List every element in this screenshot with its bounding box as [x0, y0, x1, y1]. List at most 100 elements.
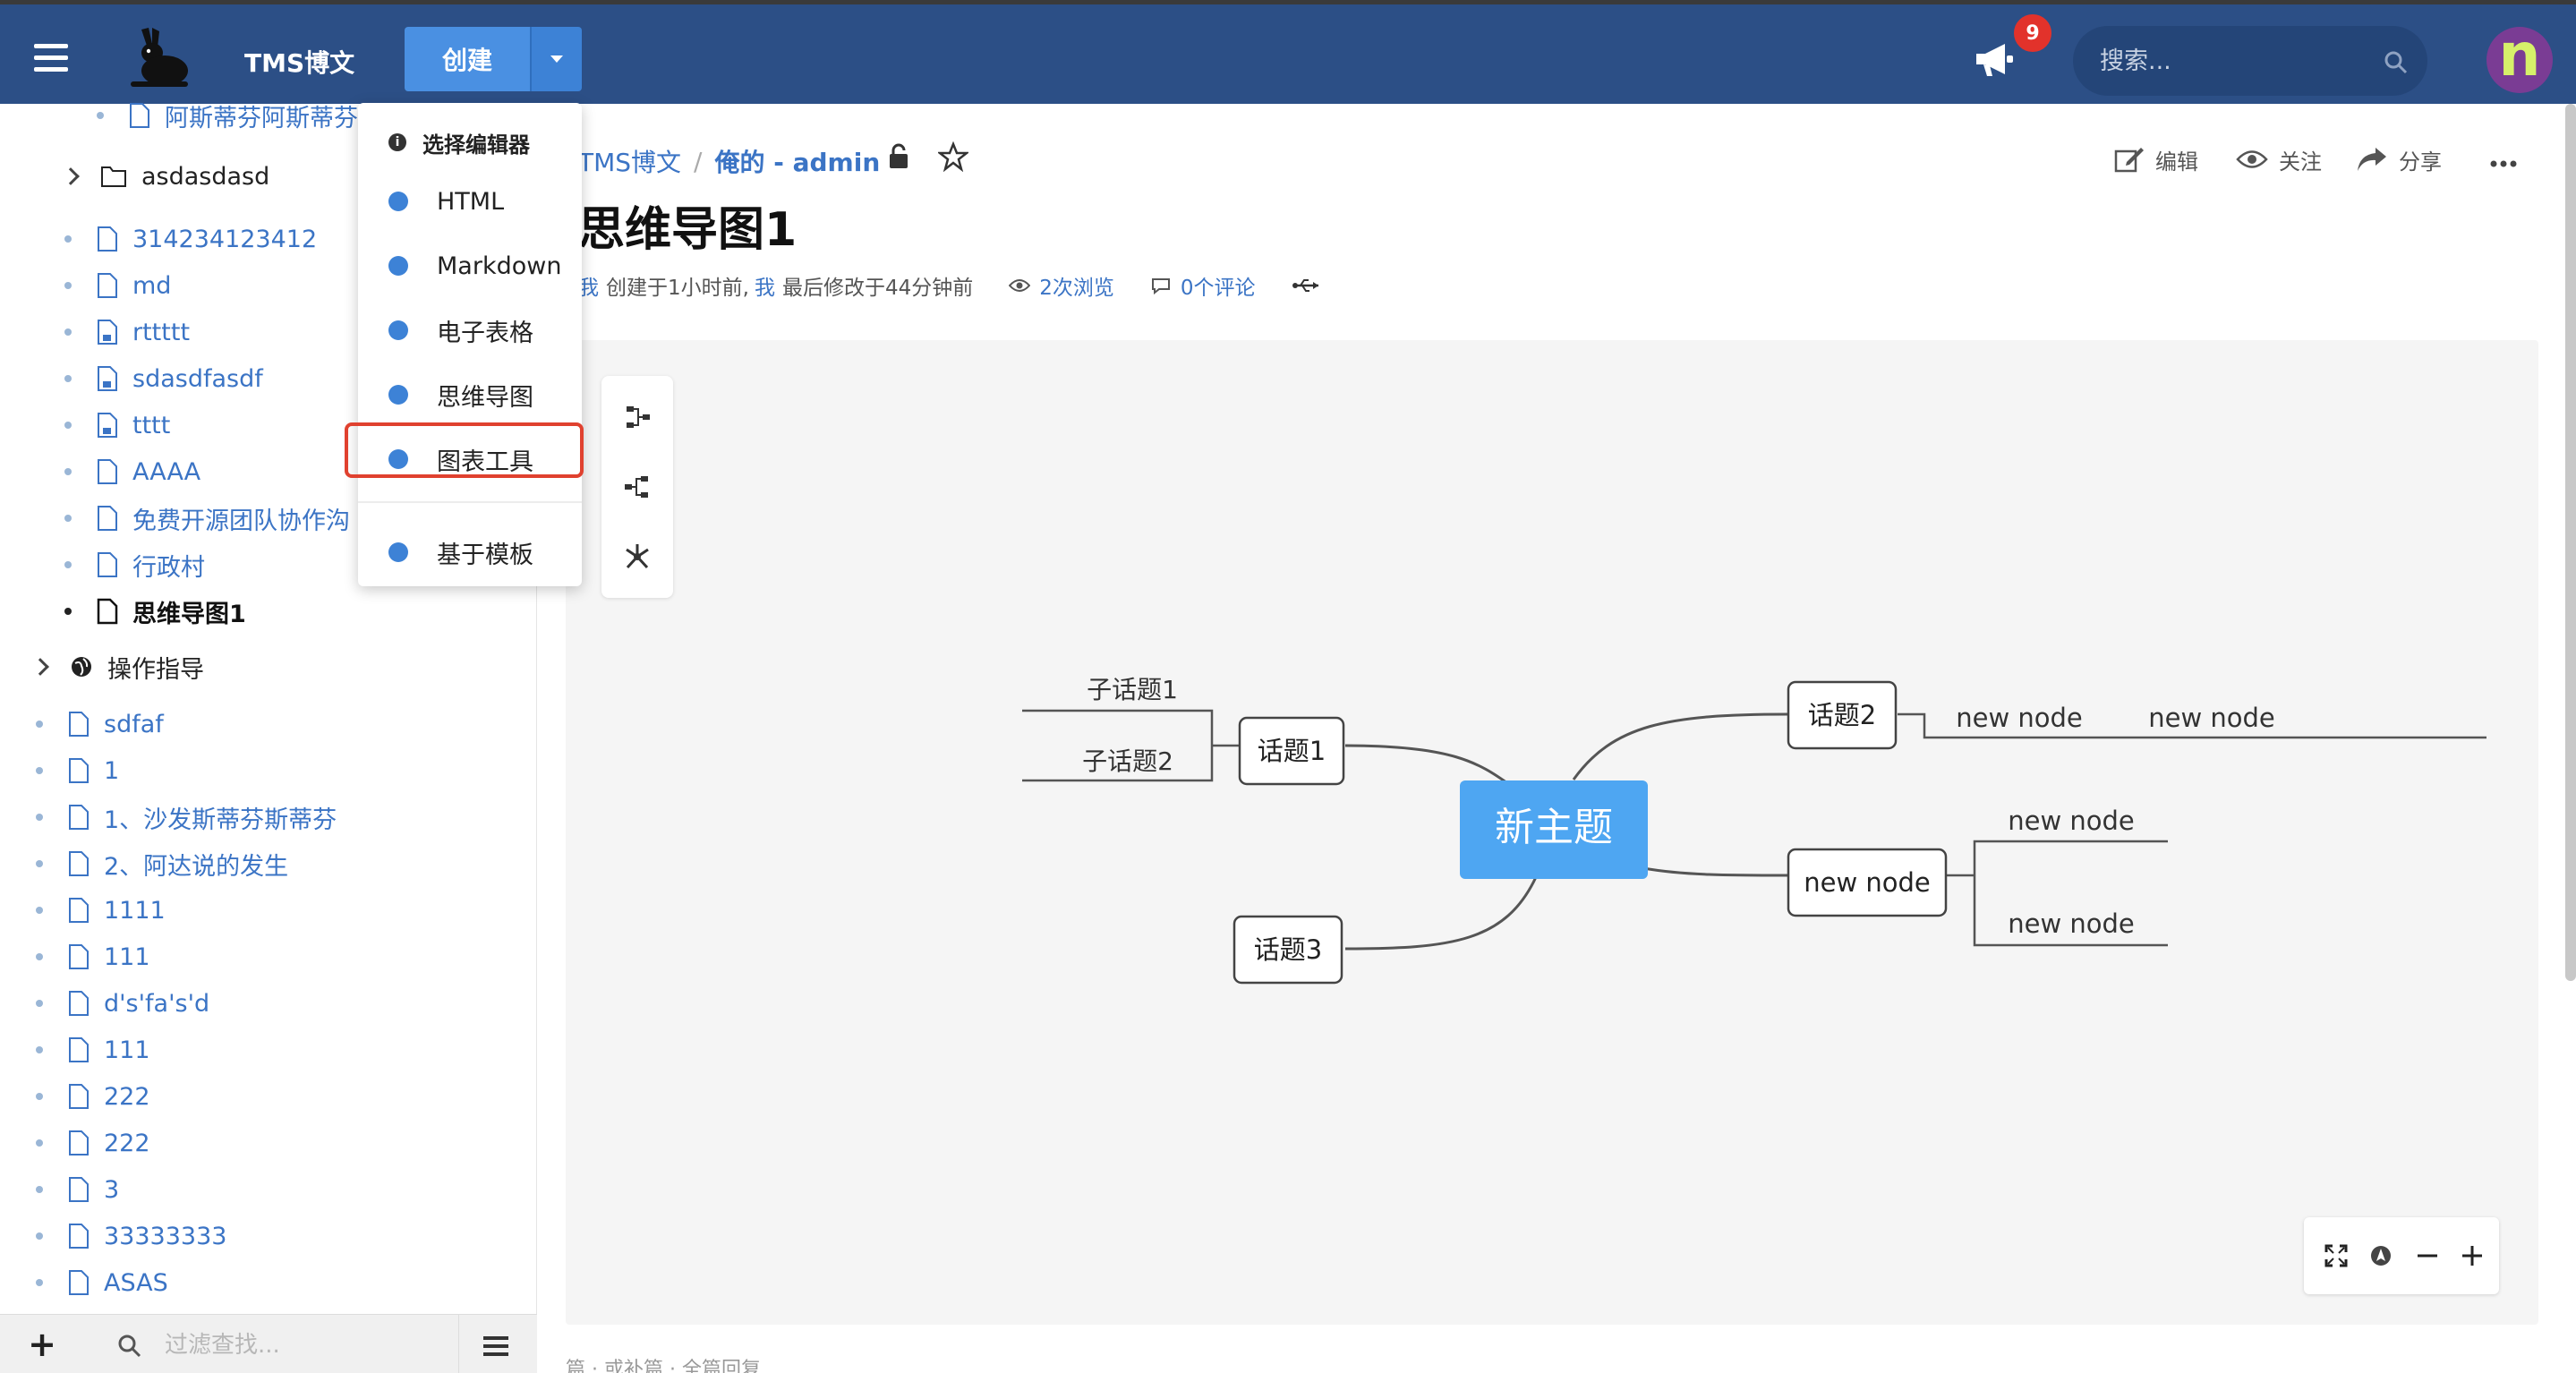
tree-item-label: 2、阿达说的发生: [104, 852, 289, 881]
notification-badge[interactable]: 9: [2012, 13, 2053, 54]
breadcrumb-current-link[interactable]: 俺的 - admin: [714, 143, 880, 179]
new-node-child1-label[interactable]: new node: [2008, 806, 2135, 836]
tree-item-label: ASAS: [104, 1268, 168, 1297]
more-options-icon[interactable]: [2490, 159, 2517, 168]
create-button[interactable]: 创建: [405, 27, 530, 91]
usb-icon[interactable]: [1292, 277, 1320, 294]
tree-filter-input[interactable]: [165, 1326, 433, 1365]
locate-icon[interactable]: [2363, 1238, 2399, 1274]
eye-icon: [2236, 150, 2268, 168]
view-count[interactable]: 2次浏览: [1039, 270, 1114, 301]
mindmap-canvas[interactable]: 新主题 话题1 子话题1 子话题2 话题2 new node new node …: [566, 340, 2538, 1325]
document-icon: [69, 1224, 89, 1249]
tree-item[interactable]: 1: [36, 750, 119, 791]
document-icon: [69, 805, 89, 830]
document-icon: [69, 898, 89, 923]
menu-item-mindmap[interactable]: 思维导图: [358, 368, 582, 422]
tree-item[interactable]: 2、阿达说的发生: [36, 843, 288, 884]
info-icon: i: [388, 133, 406, 151]
megaphone-icon[interactable]: [1973, 40, 2016, 78]
tree-item-label: 免费开源团队协作沟: [132, 507, 350, 535]
comment-icon: [1151, 278, 1170, 294]
subtopic2-label[interactable]: 子话题2: [1082, 746, 1173, 776]
comment-count[interactable]: 0个评论: [1181, 270, 1256, 301]
tree-folder[interactable]: 操作指导: [31, 646, 204, 687]
tree-item[interactable]: 222: [36, 1076, 150, 1117]
tree-item[interactable]: d's'fa's'd: [36, 983, 209, 1024]
tree-item[interactable]: 免费开源团队协作沟: [64, 498, 350, 539]
modifier-link[interactable]: 我: [755, 270, 775, 301]
topic3-label: 话题3: [1254, 934, 1322, 965]
subtopic1-label[interactable]: 子话题1: [1087, 675, 1178, 704]
tree-item-active[interactable]: 思维导图1: [64, 591, 246, 632]
watch-action[interactable]: 关注: [2236, 141, 2322, 177]
eye-icon: [1009, 279, 1031, 292]
zoom-out-icon[interactable]: [2410, 1238, 2445, 1274]
edit-action[interactable]: 编辑: [2114, 141, 2198, 177]
tree-item-label: 111: [104, 1036, 150, 1064]
tree-item[interactable]: 314234123412: [64, 218, 317, 260]
fullscreen-icon[interactable]: [2318, 1238, 2354, 1274]
user-avatar[interactable]: n: [2486, 26, 2553, 93]
tree-item[interactable]: tttt: [64, 405, 170, 446]
highlight-annotation: [345, 422, 584, 478]
create-dropdown-toggle[interactable]: [530, 27, 582, 91]
menu-item-markdown[interactable]: Markdown: [358, 239, 582, 293]
tree-item[interactable]: 阿斯蒂芬阿斯蒂芬: [97, 95, 358, 136]
add-page-button[interactable]: +: [27, 1327, 57, 1361]
tree-item[interactable]: rttttt: [64, 311, 190, 353]
page-scrollbar[interactable]: [2565, 104, 2576, 981]
star-icon[interactable]: [938, 141, 968, 172]
zoom-in-icon[interactable]: [2454, 1238, 2490, 1274]
tree-item[interactable]: 222: [36, 1122, 150, 1164]
tree-folder[interactable]: asdasdasd: [62, 156, 269, 197]
tree-item[interactable]: sdasdfasdf: [64, 358, 263, 399]
tree-item[interactable]: ASAS: [36, 1262, 168, 1303]
tree-item-label: rttttt: [132, 318, 191, 346]
menu-item-html[interactable]: HTML: [358, 175, 582, 228]
chevron-right-icon[interactable]: [31, 658, 49, 676]
search-icon: [118, 1335, 141, 1358]
brand-name[interactable]: TMS博文: [244, 44, 354, 80]
tree-item[interactable]: md: [64, 265, 171, 306]
new-node-child2-label[interactable]: new node: [2008, 908, 2135, 939]
tree-item-label: md: [132, 271, 172, 300]
tree-item[interactable]: 111: [36, 1029, 150, 1070]
share-action[interactable]: 分享: [2356, 141, 2442, 177]
tree-item-label: sdfaf: [104, 710, 164, 738]
unlock-icon[interactable]: [888, 143, 909, 170]
sidebar-footer: +: [0, 1314, 537, 1373]
tree-item-label: 思维导图1: [132, 600, 246, 628]
tree-item[interactable]: 3: [36, 1169, 119, 1210]
tree-menu-icon[interactable]: [483, 1336, 510, 1356]
menu-item-template[interactable]: 基于模板: [358, 525, 582, 579]
tree-item[interactable]: sdfaf: [36, 704, 164, 745]
breadcrumb-space-link[interactable]: TMS博文: [578, 143, 681, 179]
document-icon: [69, 1130, 89, 1156]
tree-item[interactable]: 33333333: [36, 1215, 226, 1257]
chevron-right-icon[interactable]: [62, 167, 80, 185]
menu-toggle-icon[interactable]: [34, 44, 68, 72]
root-node-label: 新主题: [1495, 805, 1613, 850]
menu-item-spreadsheet[interactable]: 电子表格: [358, 303, 582, 357]
tree-item[interactable]: AAAA: [64, 451, 200, 492]
search-icon[interactable]: [2383, 49, 2410, 76]
locked-document-icon: [98, 413, 117, 438]
search-input[interactable]: [2100, 38, 2359, 83]
document-icon: [98, 273, 117, 298]
tree-item[interactable]: 111: [36, 936, 150, 977]
tree-item-label: 3: [104, 1175, 120, 1204]
tree-item[interactable]: 1111: [36, 890, 166, 931]
caret-down-icon: [550, 55, 563, 63]
topic2-child2-label[interactable]: new node: [2148, 703, 2275, 733]
tree-item[interactable]: 行政村: [64, 544, 205, 585]
tree-item-label: 222: [104, 1082, 150, 1111]
top-navbar: TMS博文 创建 9 n: [0, 0, 2576, 104]
tree-item[interactable]: 1、沙发斯蒂芬斯蒂芬: [36, 797, 337, 838]
topic2-child1-label[interactable]: new node: [1956, 703, 2083, 733]
document-icon: [69, 991, 89, 1016]
tree-item-label: 阿斯蒂芬阿斯蒂芬: [165, 104, 358, 132]
document-icon: [97, 598, 118, 625]
new-node-label: new node: [1804, 867, 1931, 898]
circle-icon: [388, 192, 408, 211]
